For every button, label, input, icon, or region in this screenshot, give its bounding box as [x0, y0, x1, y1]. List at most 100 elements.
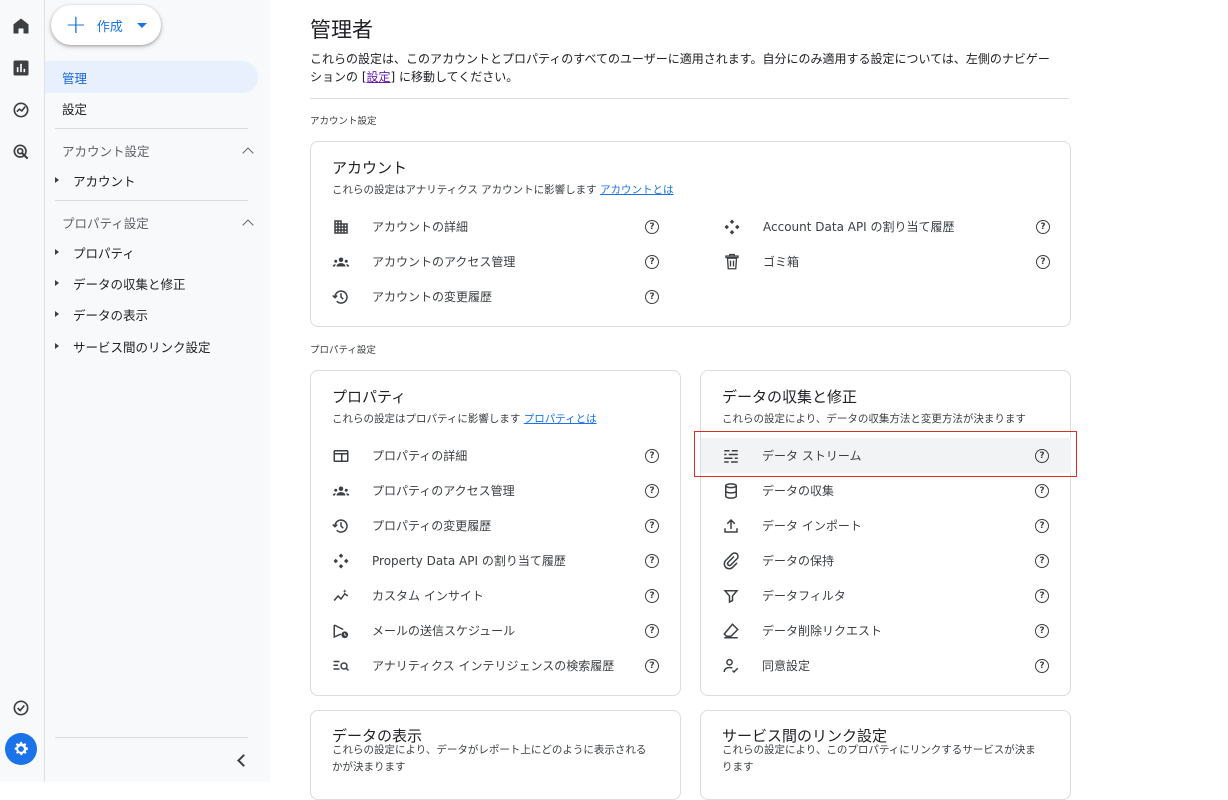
- main-content: 管理者 これらの設定は、このアカウントとプロパティのすべてのユーザーに適用されま…: [270, 0, 1228, 800]
- sidebar-item-label: 管理: [62, 70, 88, 86]
- help-icon[interactable]: ?: [1035, 553, 1049, 568]
- left-rail: [0, 0, 45, 782]
- sidebar-item-admin[interactable]: 管理: [45, 61, 258, 93]
- trash-item[interactable]: ゴミ箱 ?: [702, 244, 1072, 279]
- api-icon: [722, 217, 742, 237]
- description-text: これらの設定はプロパティに影響します: [332, 413, 521, 425]
- filter-icon: [721, 586, 741, 606]
- trash-icon: [722, 252, 742, 272]
- admin-sidebar: + 作成 管理 設定 アカウント設定 アカウント プロパティ設定 プロパティ デ…: [45, 0, 270, 782]
- card-description: これらの設定により、データの収集方法と変更方法が決まります: [722, 413, 1026, 425]
- history-icon: [331, 516, 351, 536]
- help-icon[interactable]: ?: [645, 289, 659, 304]
- help-icon[interactable]: ?: [645, 483, 659, 498]
- item-label: アナリティクス インテリジェンスの検索履歴: [372, 659, 615, 673]
- create-button[interactable]: + 作成: [51, 5, 161, 45]
- help-icon[interactable]: ?: [645, 448, 659, 463]
- gear-icon[interactable]: [5, 733, 37, 765]
- consent-settings-item[interactable]: 同意設定 ?: [701, 648, 1071, 683]
- explore-icon[interactable]: [10, 99, 32, 121]
- item-label: データの保持: [762, 554, 835, 568]
- sidebar-item-data-collection[interactable]: データの収集と修正: [55, 271, 186, 295]
- help-icon[interactable]: ?: [645, 518, 659, 533]
- account-change-history-item[interactable]: アカウントの変更履歴 ?: [311, 279, 681, 314]
- account-data-api-item[interactable]: Account Data API の割り当て履歴 ?: [702, 209, 1072, 244]
- section-label: プロパティ設定: [62, 216, 149, 231]
- card-description: これらの設定はアナリティクス アカウントに影響します アカウントとは: [332, 182, 674, 197]
- caret-down-icon: [136, 22, 147, 28]
- help-icon[interactable]: ?: [1035, 623, 1049, 638]
- what-is-property-link[interactable]: プロパティとは: [524, 413, 597, 425]
- help-icon[interactable]: ?: [1036, 254, 1050, 269]
- property-details-item[interactable]: プロパティの詳細 ?: [311, 438, 681, 473]
- sidebar-item-product-links[interactable]: サービス間のリンク設定: [55, 334, 211, 358]
- sidebar-section-property[interactable]: プロパティ設定: [62, 213, 254, 232]
- sidebar-item-data-display[interactable]: データの表示: [55, 302, 148, 326]
- card-description: これらの設定はプロパティに影響します プロパティとは: [332, 411, 597, 426]
- card-description: これらの設定により、このプロパティにリンクするサービスが決まります: [722, 744, 1036, 773]
- property-change-history-item[interactable]: プロパティの変更履歴 ?: [311, 508, 681, 543]
- custom-insights-item[interactable]: カスタム インサイト ?: [311, 578, 681, 613]
- sidebar-item-label: サービス間のリンク設定: [73, 339, 211, 355]
- data-deletion-requests-item[interactable]: データ削除リクエスト ?: [701, 613, 1071, 648]
- advertising-icon[interactable]: [10, 141, 32, 163]
- item-label: カスタム インサイト: [372, 589, 484, 603]
- reports-icon[interactable]: [10, 57, 32, 79]
- help-icon[interactable]: ?: [645, 553, 659, 568]
- data-retention-item[interactable]: データの保持 ?: [701, 543, 1071, 578]
- intelligence-search-history-item[interactable]: アナリティクス インテリジェンスの検索履歴 ?: [311, 648, 681, 683]
- settings-link[interactable]: 設定: [367, 70, 391, 84]
- data-filters-item[interactable]: データフィルタ ?: [701, 578, 1071, 613]
- item-label: アカウントの詳細: [372, 220, 469, 234]
- data-collection-item[interactable]: データの収集 ?: [701, 473, 1071, 508]
- item-label: 同意設定: [762, 659, 811, 673]
- help-icon[interactable]: ?: [1035, 588, 1049, 603]
- divider: [55, 737, 248, 738]
- description-text: ] に移動してください。: [390, 70, 519, 84]
- what-is-account-link[interactable]: アカウントとは: [600, 184, 674, 196]
- home-icon[interactable]: [10, 15, 32, 37]
- plus-icon: +: [65, 10, 87, 40]
- sidebar-section-account[interactable]: アカウント設定: [62, 141, 254, 160]
- divider: [55, 128, 248, 129]
- sidebar-item-label: アカウント: [73, 173, 136, 189]
- help-icon[interactable]: ?: [1035, 518, 1049, 533]
- card-title: アカウント: [332, 159, 408, 177]
- page-title: 管理者: [310, 18, 373, 42]
- item-label: プロパティの詳細: [372, 449, 468, 463]
- help-icon[interactable]: ?: [645, 658, 659, 673]
- chevron-left-icon: [236, 753, 250, 767]
- account-details-item[interactable]: アカウントの詳細 ?: [311, 209, 681, 244]
- expand-arrow-icon: [55, 311, 59, 317]
- check-circle-icon[interactable]: [10, 697, 32, 719]
- api-icon: [331, 551, 351, 571]
- product-links-card: サービス間のリンク設定 これらの設定により、このプロパティにリンクするサービスが…: [700, 710, 1071, 800]
- help-icon[interactable]: ?: [645, 623, 659, 638]
- collapse-sidebar-button[interactable]: [231, 750, 251, 770]
- scheduled-emails-item[interactable]: メールの送信スケジュール ?: [311, 613, 681, 648]
- help-icon[interactable]: ?: [645, 588, 659, 603]
- sidebar-item-account[interactable]: アカウント: [55, 168, 136, 192]
- expand-arrow-icon: [55, 249, 59, 255]
- help-icon[interactable]: ?: [1036, 219, 1050, 234]
- sidebar-item-settings[interactable]: 設定: [45, 92, 87, 124]
- property-data-api-item[interactable]: Property Data API の割り当て履歴 ?: [311, 543, 681, 578]
- sidebar-item-property[interactable]: プロパティ: [55, 240, 135, 264]
- card-title: プロパティ: [332, 388, 407, 406]
- data-import-item[interactable]: データ インポート ?: [701, 508, 1071, 543]
- search-history-icon: [331, 656, 351, 676]
- chevron-up-icon: [242, 218, 254, 231]
- account-access-item[interactable]: アカウントのアクセス管理 ?: [311, 244, 681, 279]
- help-icon[interactable]: ?: [645, 254, 659, 269]
- create-button-label: 作成: [96, 19, 123, 35]
- help-icon[interactable]: ?: [1035, 483, 1049, 498]
- sidebar-item-label: 設定: [62, 101, 88, 117]
- help-icon[interactable]: ?: [645, 219, 659, 234]
- history-icon: [331, 287, 351, 307]
- item-label: Account Data API の割り当て履歴: [763, 220, 955, 234]
- property-access-item[interactable]: プロパティのアクセス管理 ?: [311, 473, 681, 508]
- page-description: これらの設定は、このアカウントとプロパティのすべてのユーザーに適用されます。自分…: [310, 50, 1060, 86]
- data-display-card: データの表示 これらの設定により、データがレポート上にどのように表示されるかが決…: [310, 710, 681, 800]
- building-icon: [331, 217, 351, 237]
- help-icon[interactable]: ?: [1035, 658, 1049, 673]
